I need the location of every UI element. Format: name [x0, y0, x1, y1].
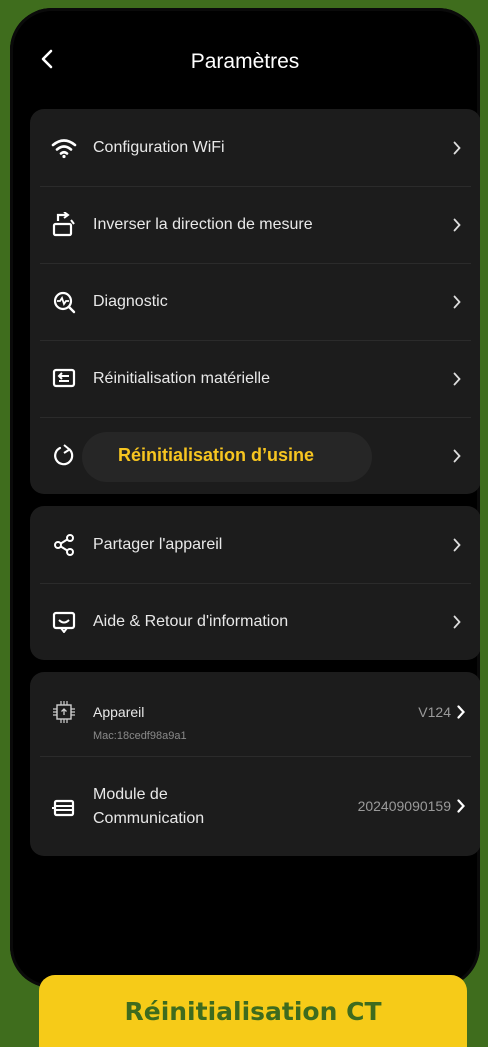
settings-item-diagnostic[interactable]: Diagnostic	[30, 263, 480, 340]
caption-banner: Réinitialisation CT	[39, 975, 467, 1047]
settings-item-hardware-reset[interactable]: Réinitialisation matérielle	[30, 340, 480, 417]
phone-screen: Paramètres Configuration WiFi Inverser l…	[10, 8, 480, 988]
device-version: V124	[418, 704, 451, 720]
settings-item-help-feedback[interactable]: Aide & Retour d'information	[30, 583, 480, 660]
wifi-icon	[50, 134, 78, 162]
settings-item-share-device[interactable]: Partager l'appareil	[30, 506, 480, 583]
module-row[interactable]: Module de Communication 202409090159	[30, 756, 480, 856]
settings-item-label: Réinitialisation d’usine	[118, 445, 315, 465]
settings-item-label: Inverser la direction de mesure	[93, 215, 313, 233]
settings-item-label: Configuration WiFi	[93, 138, 225, 156]
chevron-right-icon	[451, 448, 463, 464]
module-version: 202409090159	[357, 798, 451, 814]
device-label: Appareil	[93, 704, 145, 720]
module-icon	[50, 794, 78, 822]
hardware-reset-icon	[50, 365, 78, 393]
page-title: Paramètres	[190, 50, 300, 73]
factory-reset-icon	[50, 442, 78, 470]
chevron-right-icon	[451, 217, 463, 233]
chevron-right-icon	[451, 371, 463, 387]
device-row[interactable]: Appareil Mac:18cedf98a9a1 V124	[30, 672, 480, 756]
chevron-right-icon	[451, 614, 463, 630]
device-mac: Mac:18cedf98a9a1	[93, 730, 187, 742]
rotate-device-icon	[50, 211, 78, 239]
feedback-icon	[50, 608, 78, 636]
settings-group-main: Configuration WiFi Inverser la direction…	[30, 109, 480, 494]
chevron-right-icon	[451, 537, 463, 553]
device-info-group: Appareil Mac:18cedf98a9a1 V124 Module de…	[30, 672, 480, 856]
chevron-right-icon	[455, 798, 467, 814]
diagnostic-icon	[50, 288, 78, 316]
settings-item-invert-direction[interactable]: Inverser la direction de mesure	[30, 186, 480, 263]
settings-item-label: Diagnostic	[93, 292, 168, 310]
module-label-line1: Module de	[93, 786, 168, 803]
settings-item-wifi[interactable]: Configuration WiFi	[30, 109, 480, 186]
chevron-right-icon	[455, 704, 467, 720]
chip-icon	[50, 698, 78, 726]
settings-item-factory-reset[interactable]: Réinitialisation d’usine	[30, 417, 480, 494]
settings-item-label: Aide & Retour d'information	[93, 612, 289, 630]
header: Paramètres	[10, 8, 480, 108]
share-icon	[50, 531, 78, 559]
settings-item-label: Réinitialisation matérielle	[93, 369, 270, 387]
module-label-line2: Communication	[93, 810, 205, 827]
chevron-right-icon	[451, 140, 463, 156]
chevron-right-icon	[451, 294, 463, 310]
settings-item-label: Partager l'appareil	[93, 535, 223, 553]
settings-group-secondary: Partager l'appareil Aide & Retour d'info…	[30, 506, 480, 660]
